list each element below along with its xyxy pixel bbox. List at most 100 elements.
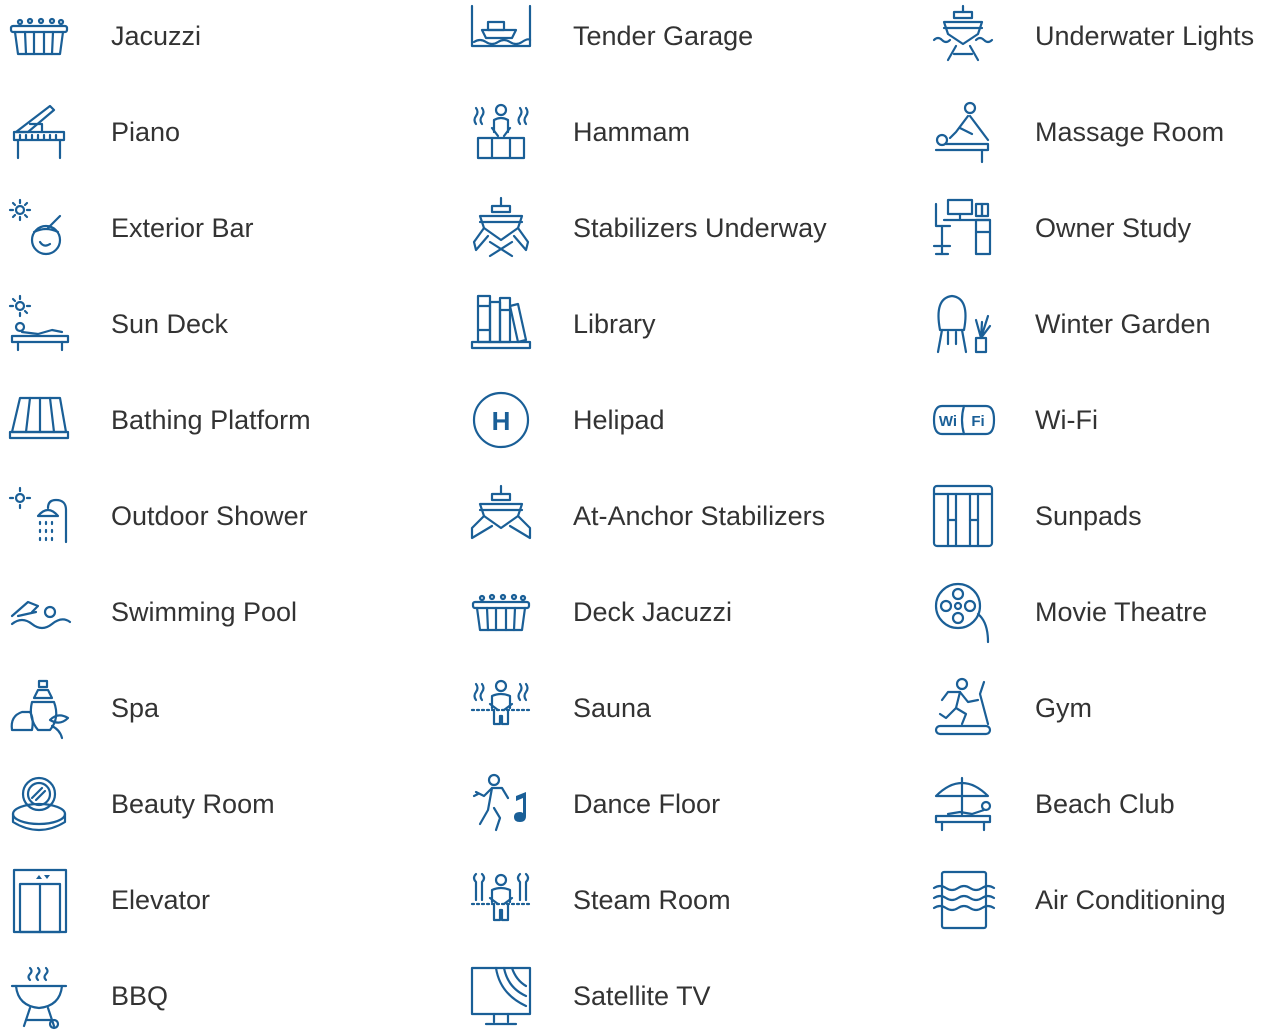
- amenity-item-beach-club: Beach Club: [932, 774, 1264, 834]
- amenity-label: Hammam: [573, 117, 691, 147]
- wifi-icon: Wi Fi: [932, 390, 996, 450]
- amenity-item-tender-garage: Tender Garage: [470, 4, 890, 66]
- amenity-label: Exterior Bar: [111, 213, 254, 243]
- amenity-item-hammam: Hammam: [470, 102, 890, 162]
- amenity-label: Massage Room: [1035, 117, 1225, 147]
- amenity-label: Satellite TV: [573, 981, 711, 1011]
- amenity-label: Jacuzzi: [111, 21, 202, 51]
- amenity-item-stabilizers-underway: Stabilizers Underway: [470, 196, 890, 258]
- amenity-item-winter-garden: Winter Garden: [932, 294, 1264, 354]
- helipad-icon: H: [470, 390, 532, 450]
- amenity-item-outdoor-shower: Outdoor Shower: [8, 486, 428, 546]
- amenity-label: Sun Deck: [111, 309, 229, 339]
- amenity-item-piano: Piano: [8, 102, 428, 162]
- amenity-label: Owner Study: [1035, 213, 1192, 243]
- amenity-item-deck-jacuzzi: Deck Jacuzzi: [470, 582, 890, 642]
- amenity-label: Swimming Pool: [111, 597, 298, 627]
- at-anchor-stabilizers-icon: [470, 484, 532, 546]
- sunpads-icon: [932, 484, 994, 548]
- deck-jacuzzi-icon: [470, 582, 532, 642]
- amenity-item-exterior-bar: Exterior Bar: [8, 198, 428, 258]
- amenity-item-bbq: BBQ: [8, 966, 428, 1030]
- massage-room-icon: [932, 101, 994, 164]
- amenity-item-owner-study: Owner Study: [932, 198, 1264, 258]
- hammam-icon: [470, 102, 532, 162]
- amenity-label: Deck Jacuzzi: [573, 597, 733, 627]
- satellite-tv-icon: [470, 966, 532, 1026]
- amenity-item-at-anchor-stabilizers: At-Anchor Stabilizers: [470, 484, 890, 546]
- winter-garden-icon: [932, 294, 994, 354]
- amenity-label: Elevator: [111, 885, 211, 915]
- air-conditioning-icon: [932, 870, 996, 930]
- amenity-item-swimming-pool: Swimming Pool: [8, 582, 428, 642]
- amenity-item-steam-room: Steam Room: [470, 870, 890, 930]
- amenity-label: Air Conditioning: [1035, 885, 1226, 915]
- amenity-item-helipad: H Helipad: [470, 390, 890, 450]
- amenity-label: At-Anchor Stabilizers: [573, 501, 826, 531]
- steam-room-icon: [470, 870, 532, 930]
- amenity-label: Winter Garden: [1035, 309, 1211, 339]
- stabilizers-underway-icon: [470, 196, 532, 258]
- bathing-platform-icon: [8, 390, 70, 450]
- amenity-label: Beach Club: [1035, 789, 1175, 819]
- spa-icon: [8, 678, 70, 740]
- amenity-item-gym: Gym: [932, 677, 1264, 738]
- amenities-grid: Jacuzzi Piano Exterior Bar Sun Deck Bath…: [0, 0, 1264, 1030]
- bbq-icon: [8, 966, 70, 1030]
- outdoor-shower-icon: [8, 486, 70, 546]
- amenity-label: Movie Theatre: [1035, 597, 1208, 627]
- amenity-item-library: Library: [470, 294, 890, 354]
- amenity-label: Helipad: [573, 405, 665, 435]
- amenity-item-movie-theatre: Movie Theatre: [932, 582, 1264, 644]
- amenity-item-air-conditioning: Air Conditioning: [932, 870, 1264, 930]
- amenity-label: Wi-Fi: [1035, 405, 1098, 435]
- amenity-label: Sunpads: [1035, 501, 1142, 531]
- amenity-item-satellite-tv: Satellite TV: [470, 966, 890, 1026]
- amenity-item-sauna: Sauna: [470, 678, 890, 738]
- amenity-label: Sauna: [573, 693, 652, 723]
- amenity-item-wifi: Wi Fi Wi-Fi: [932, 390, 1264, 450]
- library-icon: [470, 294, 532, 354]
- amenity-label: Stabilizers Underway: [573, 213, 827, 243]
- amenity-label: BBQ: [111, 981, 169, 1011]
- helipad-letter: H: [492, 406, 511, 436]
- dance-floor-icon: [470, 773, 532, 834]
- amenity-item-sunpads: Sunpads: [932, 484, 1264, 548]
- amenity-item-massage-room: Massage Room: [932, 101, 1264, 164]
- wifi-left-text: Wi: [939, 413, 957, 430]
- amenity-label: Beauty Room: [111, 789, 275, 819]
- amenity-label: Tender Garage: [573, 21, 754, 51]
- amenity-label: Spa: [111, 693, 160, 723]
- amenity-label: Piano: [111, 117, 181, 147]
- underwater-lights-icon: [932, 4, 994, 66]
- amenity-item-jacuzzi: Jacuzzi: [8, 6, 428, 66]
- amenity-item-underwater-lights: Underwater Lights: [932, 4, 1264, 66]
- amenity-label: Dance Floor: [573, 789, 721, 819]
- amenity-item-elevator: Elevator: [8, 868, 428, 934]
- tender-garage-icon: [470, 4, 532, 66]
- amenity-item-dance-floor: Dance Floor: [470, 773, 890, 834]
- amenity-label: Outdoor Shower: [111, 501, 308, 531]
- owner-study-icon: [932, 198, 994, 258]
- amenity-label: Library: [573, 309, 656, 339]
- sauna-icon: [470, 678, 532, 738]
- movie-theatre-icon: [932, 582, 994, 644]
- beauty-room-icon: [8, 774, 70, 834]
- amenity-label: Bathing Platform: [111, 405, 311, 435]
- amenity-item-spa: Spa: [8, 678, 428, 740]
- swimming-pool-icon: [8, 582, 72, 642]
- sun-deck-icon: [8, 294, 70, 354]
- amenity-item-sun-deck: Sun Deck: [8, 294, 428, 354]
- amenity-item-beauty-room: Beauty Room: [8, 774, 428, 834]
- amenity-label: Underwater Lights: [1035, 21, 1255, 51]
- piano-icon: [8, 102, 70, 162]
- amenity-item-bathing-platform: Bathing Platform: [8, 390, 428, 450]
- amenity-label: Gym: [1035, 693, 1092, 723]
- beach-club-icon: [932, 774, 994, 834]
- exterior-bar-icon: [8, 198, 70, 258]
- jacuzzi-icon: [8, 6, 70, 66]
- elevator-icon: [8, 868, 70, 934]
- amenity-label: Steam Room: [573, 885, 731, 915]
- wifi-right-text: Fi: [971, 413, 984, 430]
- gym-icon: [932, 677, 994, 738]
